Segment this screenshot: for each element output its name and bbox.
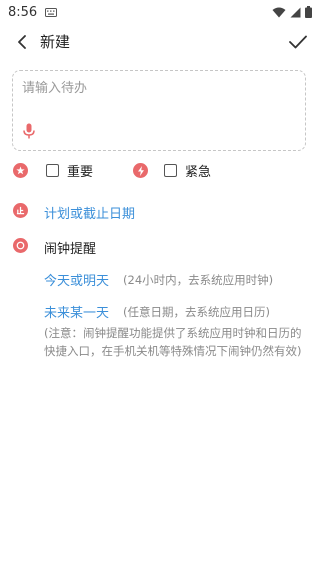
alarm-icon-wrap <box>13 238 28 253</box>
keyboard-icon <box>45 7 58 17</box>
signal-icon <box>290 7 301 17</box>
deadline-icon <box>13 203 28 218</box>
alarm-clock-icon <box>13 238 28 253</box>
urgent-icon-wrap <box>133 163 148 178</box>
important-checkbox[interactable] <box>46 164 59 177</box>
wifi-icon <box>272 7 286 17</box>
alarm-option-today: 今天或明天 (24小时内，去系统应用时钟) <box>44 270 274 290</box>
deadline-button[interactable]: 计划或截止日期 <box>44 203 135 222</box>
alarm-title-label: 闹钟提醒 <box>44 242 97 257</box>
battery-icon <box>305 6 312 18</box>
important-checkbox-row[interactable]: 重要 <box>46 161 93 180</box>
important-label: 重要 <box>67 165 94 180</box>
lightning-icon <box>133 163 148 178</box>
deadline-icon-wrap <box>13 203 28 218</box>
checkmark-icon <box>289 35 307 49</box>
status-bar: 8:56 <box>0 0 320 24</box>
urgent-checkbox-row[interactable]: 紧急 <box>164 161 211 180</box>
today-or-tomorrow-hint: (24小时内，去系统应用时钟) <box>123 272 274 287</box>
urgent-label: 紧急 <box>185 165 212 180</box>
future-day-hint: (任意日期，去系统应用日历) <box>123 304 270 319</box>
alarm-title: 闹钟提醒 <box>44 238 96 257</box>
todo-input-placeholder: 请输入待办 <box>22 81 88 96</box>
status-time: 8:56 <box>8 4 38 20</box>
microphone-icon <box>23 123 35 139</box>
alarm-option-future: 未来某一天 (任意日期，去系统应用日历) <box>44 302 270 322</box>
back-arrow-icon <box>18 35 26 49</box>
todo-input-box[interactable]: 请输入待办 <box>12 70 306 151</box>
back-button[interactable] <box>10 30 34 54</box>
alarm-note: (注意：闹钟提醒功能提供了系统应用时钟和日历的快捷入口，在手机关机等特殊情况下闹… <box>44 326 302 358</box>
voice-input-button[interactable] <box>23 123 35 143</box>
top-bar: 新建 <box>0 24 320 60</box>
today-or-tomorrow-link[interactable]: 今天或明天 <box>44 270 109 289</box>
save-button[interactable] <box>286 30 310 54</box>
page-title: 新建 <box>40 33 71 51</box>
future-day-link[interactable]: 未来某一天 <box>44 302 109 321</box>
priority-row <box>13 163 28 178</box>
urgent-checkbox[interactable] <box>164 164 177 177</box>
star-icon <box>13 163 28 178</box>
deadline-label: 计划或截止日期 <box>44 207 136 222</box>
